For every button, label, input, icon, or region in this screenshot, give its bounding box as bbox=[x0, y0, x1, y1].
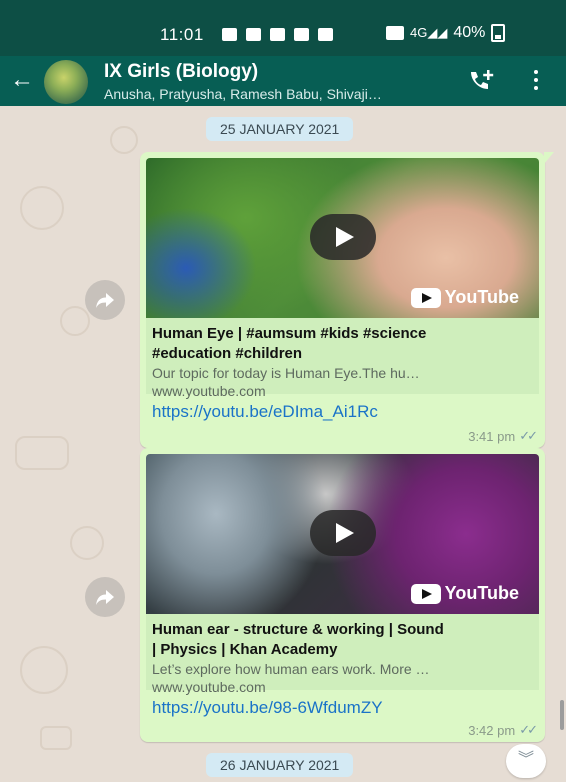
double-chevron-down-icon: ︾ bbox=[517, 751, 534, 768]
preview-description: Let’s explore how human ears work. More … bbox=[152, 661, 430, 677]
notification-icon bbox=[222, 28, 237, 41]
add-call-icon bbox=[471, 70, 494, 89]
scrollbar[interactable] bbox=[560, 700, 564, 730]
message-link[interactable]: https://youtu.be/eDIma_Ai1Rc bbox=[152, 402, 378, 422]
youtube-badge: YouTube bbox=[410, 287, 519, 308]
forward-icon bbox=[96, 590, 114, 605]
forward-button[interactable] bbox=[85, 577, 125, 617]
message-meta: 3:42 pm ✓✓ bbox=[468, 722, 538, 738]
app-icon bbox=[294, 28, 309, 41]
battery-icon bbox=[491, 24, 506, 42]
play-icon[interactable] bbox=[310, 214, 376, 260]
message-icon bbox=[318, 28, 333, 41]
more-options-button[interactable] bbox=[532, 70, 540, 92]
youtube-icon bbox=[410, 583, 441, 604]
status-time: 11:01 bbox=[160, 25, 204, 44]
status-bar: 11:01 4G◢◢ 40% bbox=[0, 0, 566, 56]
scroll-down-button[interactable]: ︾ bbox=[506, 744, 546, 778]
preview-domain: www.youtube.com bbox=[152, 679, 266, 695]
video-thumbnail[interactable]: YouTube bbox=[146, 158, 539, 318]
battery-level: 40% bbox=[453, 24, 486, 41]
message-meta: 3:41 pm ✓✓ bbox=[468, 428, 538, 444]
image-icon bbox=[270, 28, 285, 41]
preview-title: Human ear - structure & working | Sound bbox=[152, 621, 444, 638]
signal-icon: 4G◢◢ bbox=[410, 25, 448, 40]
network-type: 4G bbox=[410, 25, 428, 40]
screen-icon bbox=[246, 28, 261, 41]
message-bubble[interactable]: YouTube Human Eye | #aumsum #kids #scien… bbox=[140, 152, 554, 448]
preview-title: | Physics | Khan Academy bbox=[152, 641, 338, 658]
forward-icon bbox=[96, 293, 114, 308]
message-time: 3:42 pm bbox=[468, 722, 516, 738]
read-ticks-icon: ✓✓ bbox=[519, 722, 538, 737]
chat-title[interactable]: IX Girls (Biology) bbox=[104, 61, 258, 83]
message-time: 3:41 pm bbox=[468, 428, 516, 444]
chat-header: ← IX Girls (Biology) Anusha, Pratyusha, … bbox=[0, 56, 566, 106]
chat-participants[interactable]: Anusha, Pratyusha, Ramesh Babu, Shivaji… bbox=[104, 86, 382, 102]
forward-button[interactable] bbox=[85, 280, 125, 320]
volte-icon bbox=[386, 26, 404, 40]
play-icon[interactable] bbox=[310, 510, 376, 556]
date-divider: 25 JANUARY 2021 bbox=[206, 117, 354, 141]
add-call-button[interactable] bbox=[466, 68, 496, 94]
link-preview[interactable]: Human Eye | #aumsum #kids #science #educ… bbox=[146, 318, 539, 399]
preview-domain: www.youtube.com bbox=[152, 383, 266, 399]
date-divider: 26 JANUARY 2021 bbox=[206, 753, 354, 777]
video-thumbnail[interactable]: YouTube bbox=[146, 454, 539, 614]
preview-title: Human Eye | #aumsum #kids #science bbox=[152, 325, 427, 342]
youtube-badge: YouTube bbox=[410, 583, 519, 604]
group-avatar[interactable] bbox=[44, 60, 88, 104]
link-preview[interactable]: Human ear - structure & working | Sound … bbox=[146, 614, 539, 695]
youtube-icon bbox=[410, 287, 441, 308]
message-link[interactable]: https://youtu.be/98-6WfdumZY bbox=[152, 698, 383, 718]
back-arrow-icon[interactable]: ← bbox=[10, 66, 34, 94]
status-indicators: 4G◢◢ 40% bbox=[386, 24, 506, 42]
preview-description: Our topic for today is Human Eye.The hu… bbox=[152, 365, 420, 381]
preview-title: #education #children bbox=[152, 345, 303, 362]
read-ticks-icon: ✓✓ bbox=[519, 428, 538, 443]
message-bubble[interactable]: YouTube Human ear - structure & working … bbox=[140, 448, 545, 742]
